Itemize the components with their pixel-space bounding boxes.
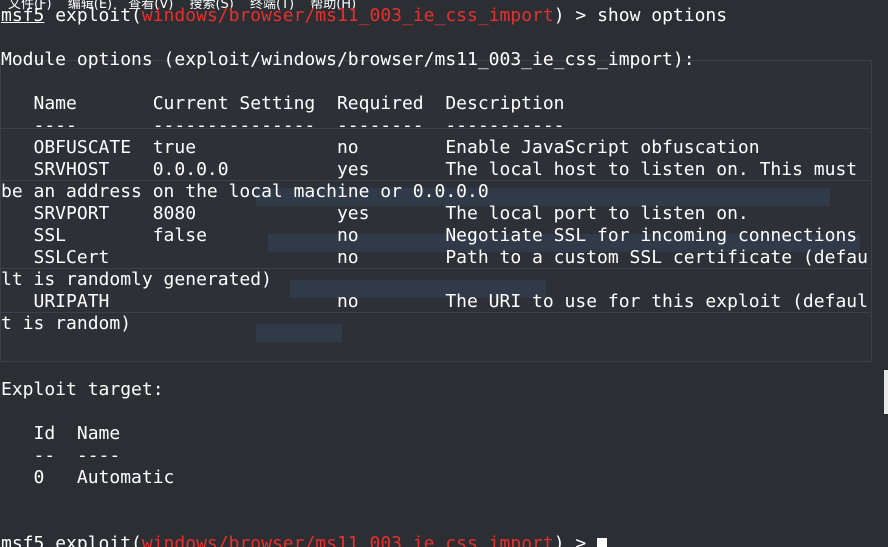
line-text: -- ----	[1, 445, 121, 466]
terminal-line: msf5 exploit(windows/browser/ms11_003_ie…	[1, 5, 727, 27]
terminal-line: Module options (exploit/windows/browser/…	[1, 49, 695, 71]
line-text: Module options (exploit/windows/browser/…	[1, 49, 695, 70]
text-cursor	[597, 538, 608, 547]
terminal-line: Exploit target:	[1, 379, 164, 401]
terminal-line: OBFUSCATE true no Enable JavaScript obfu…	[1, 137, 760, 159]
line-text: SRVPORT 8080 yes The local port to liste…	[1, 203, 749, 224]
line-text: ) > show options	[553, 5, 728, 26]
terminal-line: msf5 exploit(windows/browser/ms11_003_ie…	[1, 533, 608, 547]
line-text: SSL false no Negotiate SSL for incoming …	[1, 225, 858, 246]
terminal-line: SRVHOST 0.0.0.0 yes The local host to li…	[1, 159, 858, 181]
terminal-line: SSLCert no Path to a custom SSL certific…	[1, 247, 868, 269]
terminal-line: Name Current Setting Required Descriptio…	[1, 93, 565, 115]
terminal-line: -- ----	[1, 445, 121, 467]
terminal-line: ---- --------------- -------- ----------…	[1, 115, 565, 137]
terminal-window[interactable]: 文件(F) 编辑(E) 查看(V) 搜索(S) 终端(T) 帮助(H) msf5…	[0, 0, 888, 547]
line-text: be an address on the local machine or 0.…	[1, 181, 489, 202]
scrollbar-thumb[interactable]	[884, 370, 888, 414]
line-text: Name Current Setting Required Descriptio…	[1, 93, 565, 114]
terminal-line: lt is randomly generated)	[1, 269, 272, 291]
line-text: SSLCert no Path to a custom SSL certific…	[1, 247, 868, 268]
line-text: SRVHOST 0.0.0.0 yes The local host to li…	[1, 159, 858, 180]
terminal-line: SSL false no Negotiate SSL for incoming …	[1, 225, 858, 247]
line-text: OBFUSCATE true no Enable JavaScript obfu…	[1, 137, 760, 158]
line-text: exploit(	[44, 533, 142, 547]
line-text: t is random)	[1, 313, 132, 334]
terminal-line: t is random)	[1, 313, 131, 335]
line-text: ---- --------------- -------- ----------…	[1, 115, 565, 136]
terminal-line: SRVPORT 8080 yes The local port to liste…	[1, 203, 749, 225]
terminal-line: URIPATH no The URI to use for this explo…	[1, 291, 868, 313]
line-text: ) >	[553, 533, 598, 547]
terminal-line: 0 Automatic	[1, 467, 175, 489]
prompt-label: msf5	[1, 533, 45, 547]
line-text: exploit(	[44, 5, 142, 26]
module-path: windows/browser/ms11_003_ie_css_import	[141, 5, 554, 26]
line-text: 0 Automatic	[1, 467, 175, 488]
line-text: URIPATH no The URI to use for this explo…	[1, 291, 868, 312]
line-text: Exploit target:	[1, 379, 164, 400]
terminal-line: Id Name	[1, 423, 121, 445]
line-text: lt is randomly generated)	[1, 269, 272, 290]
prompt-label: msf5	[1, 5, 45, 26]
module-path: windows/browser/ms11_003_ie_css_import	[141, 533, 554, 547]
terminal-line: be an address on the local machine or 0.…	[1, 181, 489, 203]
line-text: Id Name	[1, 423, 121, 444]
